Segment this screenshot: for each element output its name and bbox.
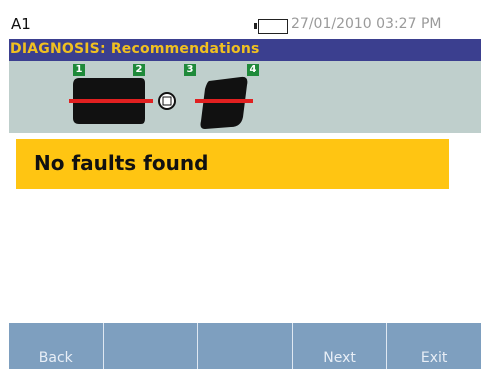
coupling-center: [162, 96, 172, 106]
diagnosis-message-box: No faults found: [16, 139, 449, 189]
pump-shaft-line: [195, 99, 253, 103]
machine-id-label: A1: [11, 15, 31, 33]
softkey-2[interactable]: [102, 323, 198, 369]
softkey-bar: Back Next Exit: [9, 323, 481, 369]
status-bar: A1 27/01/2010 03:27 PM: [9, 9, 481, 39]
battery-icon: [254, 19, 288, 34]
status-datetime: 27/01/2010 03:27 PM: [291, 16, 442, 32]
motor-shaft-line: [69, 99, 153, 103]
page-title: DIAGNOSIS: Recommendations: [10, 41, 260, 57]
softkey-3[interactable]: [197, 323, 292, 369]
device-screen: A1 27/01/2010 03:27 PM DIAGNOSIS: Recomm…: [9, 9, 481, 369]
diagnosis-message: No faults found: [34, 151, 209, 175]
softkey-label: Exit: [420, 350, 448, 366]
machine-train-diagram: [69, 76, 253, 129]
softkey-label: Back: [38, 350, 73, 366]
back-button[interactable]: Back: [9, 323, 103, 369]
softkey-label: Next: [323, 350, 356, 366]
machine-train-panel: 1 2 3 4: [9, 61, 481, 133]
exit-button[interactable]: Exit: [386, 323, 481, 369]
next-button[interactable]: Next: [291, 323, 387, 369]
title-bar: DIAGNOSIS: Recommendations: [9, 39, 481, 61]
